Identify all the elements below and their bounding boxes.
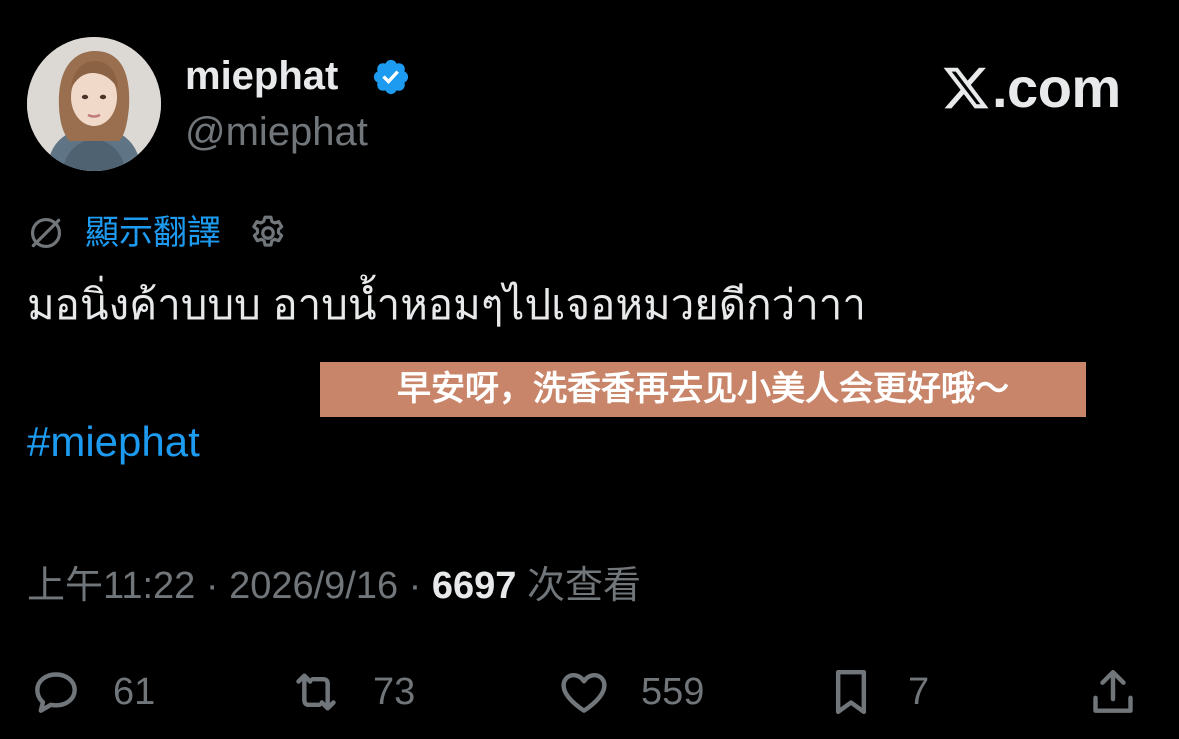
x-com-logo: .com <box>940 58 1121 118</box>
bookmark-button[interactable]: 7 <box>822 664 929 720</box>
show-translation-link[interactable]: 顯示翻譯 <box>85 211 221 255</box>
tweet-time[interactable]: 上午11:22 <box>27 565 195 607</box>
like-button[interactable]: 559 <box>555 664 704 720</box>
verified-badge-icon <box>371 57 411 97</box>
bookmark-icon <box>835 669 867 715</box>
bookmark-count: 7 <box>908 671 930 713</box>
translate-row: 顯示翻譯 <box>27 208 289 258</box>
caption-overlay: 早安呀，洗香香再去见小美人会更好哦～ <box>320 362 1086 417</box>
repost-icon <box>296 673 336 711</box>
globe-off-icon <box>30 217 62 249</box>
reply-count: 61 <box>113 671 156 713</box>
heart-icon <box>561 672 607 713</box>
repost-count: 73 <box>373 671 416 713</box>
reply-button[interactable]: 61 <box>27 664 155 720</box>
x-logo-icon <box>943 67 989 109</box>
meta-separator: · <box>195 565 230 607</box>
tweet-text: มอนิ่งค้าบบบ อาบน้ำหอมๆไปเจอหมวยดีกว่าาา <box>27 281 866 328</box>
like-count: 559 <box>641 671 705 713</box>
meta-separator: · <box>398 565 432 607</box>
gear-icon[interactable] <box>247 212 289 254</box>
hashtag-link[interactable]: #miephat <box>27 414 200 470</box>
share-icon <box>1093 669 1133 713</box>
avatar-photo <box>27 37 161 171</box>
repost-button[interactable]: 73 <box>287 664 415 720</box>
share-button[interactable] <box>1084 664 1142 720</box>
brand-text: .com <box>992 56 1121 119</box>
avatar[interactable] <box>27 37 161 171</box>
views-label: 次查看 <box>527 565 642 607</box>
author-handle[interactable]: @miephat <box>185 106 368 158</box>
reply-icon <box>35 672 77 713</box>
tweet-date[interactable]: 2026/9/16 <box>229 565 398 607</box>
views-count: 6697 <box>431 565 517 607</box>
tweet-meta: 上午11:22 · 2026/9/16 · 6697 次查看 <box>27 560 641 612</box>
author-display-name[interactable]: miephat <box>185 50 338 102</box>
